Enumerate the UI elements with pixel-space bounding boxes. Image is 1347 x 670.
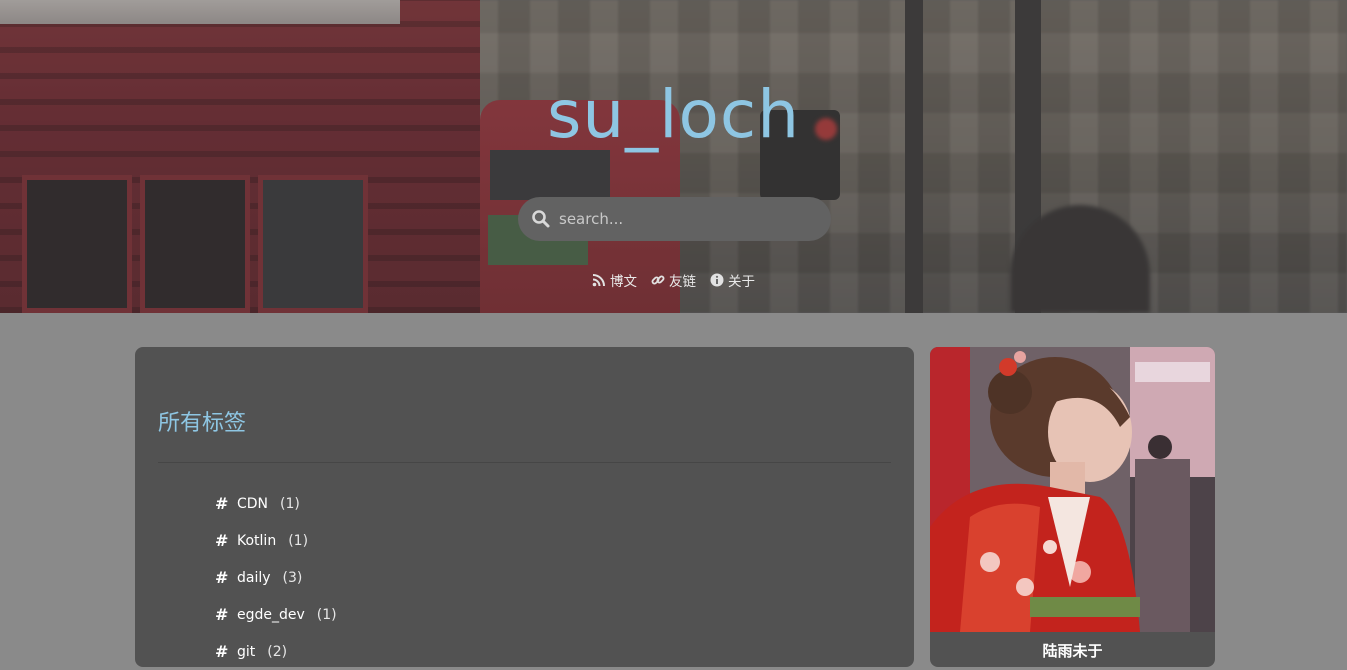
search-icon bbox=[530, 208, 552, 230]
tag-count: (1) bbox=[316, 606, 337, 623]
hero-nav: 博文 友链 关于 bbox=[0, 270, 1347, 290]
nav-item-label: 关于 bbox=[728, 274, 755, 290]
tag-name[interactable]: Kotlin bbox=[237, 533, 276, 549]
tag-count: (3) bbox=[282, 569, 303, 586]
tag-item[interactable]: # CDN (1) bbox=[215, 485, 337, 522]
profile-name: 陆雨未于 bbox=[1042, 642, 1103, 660]
tag-name[interactable]: git bbox=[237, 644, 255, 660]
site-title[interactable]: su_loch bbox=[0, 82, 1347, 148]
tag-name[interactable]: daily bbox=[237, 570, 271, 586]
hero-overlay bbox=[0, 0, 1347, 313]
tag-count: (1) bbox=[288, 532, 309, 549]
page-title: 所有标签 bbox=[158, 411, 247, 436]
tag-item[interactable]: # daily (3) bbox=[215, 559, 337, 596]
hash-icon: # bbox=[215, 642, 229, 661]
divider bbox=[158, 462, 891, 463]
tag-name[interactable]: CDN bbox=[237, 496, 268, 512]
hash-icon: # bbox=[215, 494, 229, 513]
info-icon bbox=[710, 273, 724, 287]
search-box[interactable] bbox=[518, 197, 831, 241]
tag-list: # CDN (1) # Kotlin (1) # daily (3) # egd… bbox=[215, 485, 337, 670]
tag-name[interactable]: egde_dev bbox=[237, 607, 305, 623]
nav-item-posts[interactable]: 博文 bbox=[592, 270, 637, 290]
tag-count: (1) bbox=[280, 495, 300, 512]
hash-icon: # bbox=[215, 605, 229, 624]
profile-card: 陆雨未于 bbox=[930, 347, 1215, 667]
tag-item[interactable]: # git (2) bbox=[215, 633, 337, 670]
nav-item-links[interactable]: 友链 bbox=[651, 270, 696, 290]
search-input[interactable] bbox=[557, 209, 807, 229]
hash-icon: # bbox=[215, 568, 229, 587]
nav-item-label: 博文 bbox=[610, 274, 637, 290]
tag-item[interactable]: # Kotlin (1) bbox=[215, 522, 337, 559]
nav-item-about[interactable]: 关于 bbox=[710, 270, 755, 290]
tags-card: 所有标签 # CDN (1) # Kotlin (1) # daily (3) … bbox=[135, 347, 914, 667]
tag-item[interactable]: # egde_dev (1) bbox=[215, 596, 337, 633]
hero-banner: su_loch 博文 bbox=[0, 0, 1347, 313]
avatar[interactable] bbox=[930, 347, 1215, 632]
link-icon bbox=[651, 273, 665, 287]
nav-item-label: 友链 bbox=[669, 274, 696, 290]
rss-icon bbox=[592, 273, 606, 287]
hash-icon: # bbox=[215, 531, 229, 550]
tag-count: (2) bbox=[267, 643, 288, 660]
